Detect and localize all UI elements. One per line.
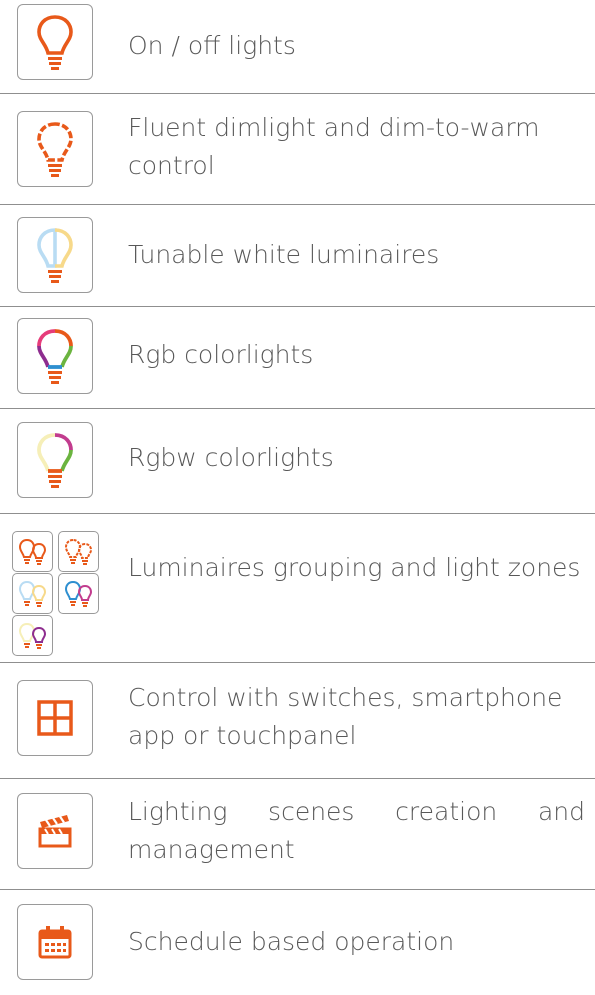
group-icon-2	[58, 531, 99, 572]
feature-label: Tunable white luminaires	[128, 240, 440, 269]
feature-row-tunable: Tunable white luminaires	[0, 205, 595, 307]
feature-row-grouping: Luminaires grouping and light zones	[0, 514, 595, 663]
bulb-group-icon	[18, 538, 46, 565]
clapperboard-icon	[38, 815, 72, 848]
bulb-dim-icon	[37, 122, 73, 177]
feature-label: Fluent dimlight and dim-to-warm control	[128, 113, 540, 180]
feature-icon-box	[17, 217, 93, 293]
feature-icon-box	[17, 111, 93, 187]
feature-icon-box	[17, 318, 93, 394]
feature-row-scenes: Lighting scenes creation and management	[0, 779, 595, 890]
group-icon-1	[12, 531, 53, 572]
bulb-rgbw-icon	[37, 433, 73, 488]
bulb-orange-icon	[37, 15, 73, 70]
bulb-group-icon	[18, 580, 46, 607]
feature-row-control: Control with switches, smartphone app or…	[0, 663, 595, 779]
bulb-group-icon	[64, 580, 92, 607]
feature-label: Luminaires grouping and light zones	[128, 553, 581, 582]
feature-row-rgb: Rgb colorlights	[0, 307, 595, 409]
bulb-tunable-white-icon	[37, 228, 73, 283]
bulb-rgb-icon	[37, 329, 73, 384]
feature-row-schedule: Schedule based operation	[0, 890, 595, 994]
calendar-icon	[38, 926, 72, 959]
feature-row-on-off: On / off lights	[0, 0, 595, 94]
bulb-group-icon	[64, 538, 92, 565]
feature-icon-box	[17, 422, 93, 498]
group-icon-5	[12, 615, 53, 656]
feature-label: Control with switches, smartphone app or…	[128, 683, 563, 750]
feature-label: On / off lights	[128, 31, 296, 60]
feature-label: Rgb colorlights	[128, 340, 314, 369]
feature-icon-box	[17, 4, 93, 80]
feature-label: Rgbw colorlights	[128, 443, 334, 472]
bulb-group-icon	[18, 622, 46, 649]
feature-label: Lighting scenes creation and management	[128, 797, 585, 864]
group-icon-4	[58, 573, 99, 614]
feature-icon-box	[17, 793, 93, 869]
feature-row-rgbw: Rgbw colorlights	[0, 409, 595, 514]
feature-icon-box	[17, 680, 93, 756]
feature-label: Schedule based operation	[128, 927, 455, 956]
group-icon-3	[12, 573, 53, 614]
feature-icon-box	[17, 904, 93, 980]
feature-list: On / off lights Fluent dimlight and dim-…	[0, 0, 595, 994]
switch-panel-icon	[37, 700, 73, 736]
feature-row-dimlight: Fluent dimlight and dim-to-warm control	[0, 94, 595, 205]
